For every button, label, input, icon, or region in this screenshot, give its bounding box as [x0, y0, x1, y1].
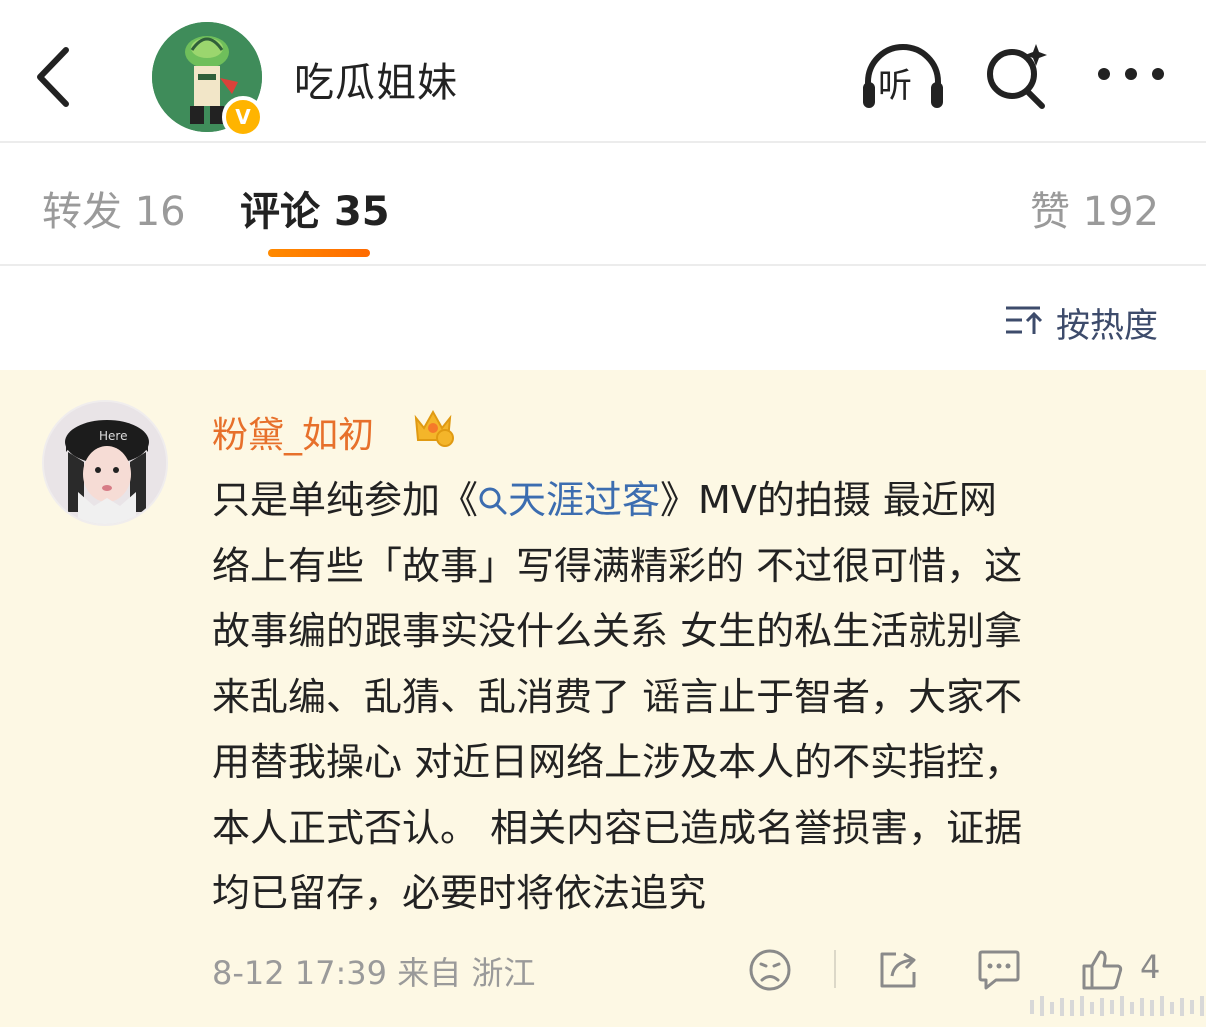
- search-sparkle-icon[interactable]: [984, 42, 1050, 110]
- tab-like-count: 192: [1082, 189, 1160, 235]
- watermark-decoration: [1030, 996, 1204, 1016]
- back-icon[interactable]: [30, 42, 78, 112]
- commenter-avatar[interactable]: Here: [42, 400, 168, 526]
- verified-badge: V: [222, 96, 264, 138]
- top-bar: V 吃瓜姐妹 听: [0, 0, 1206, 143]
- tab-like[interactable]: 赞 192: [1030, 179, 1159, 237]
- comment-line: 均已留存，必要时将依法追究: [212, 871, 707, 915]
- reply-icon[interactable]: [976, 948, 1022, 992]
- comment-line: 用替我操心 对近日网络上涉及本人的不实指控，: [212, 740, 1023, 784]
- sort-row: 按热度: [0, 268, 1206, 370]
- comment-line: 故事编的跟事实没什么关系 女生的私生活就别拿: [212, 609, 1023, 653]
- comment-line: 只是单纯参加《 天涯过客》MV的拍摄 最近网: [212, 468, 1172, 534]
- more-icon[interactable]: [1096, 64, 1166, 84]
- commenter-name[interactable]: 粉黛_如初: [212, 406, 374, 458]
- tab-comment-label: 评论: [240, 189, 320, 235]
- sort-icon[interactable]: [1004, 304, 1044, 336]
- tab-repost[interactable]: 转发 16: [42, 179, 186, 237]
- comment-line: 本人正式否认。 相关内容已造成名誉损害，证据: [212, 805, 1023, 850]
- tab-comment-count: 35: [333, 189, 390, 235]
- comment-text: 只是单纯参加《 天涯过客》MV的拍摄 最近网 络上有些「故事」写得满精彩的 不过很…: [212, 468, 1172, 927]
- tab-repost-count: 16: [134, 189, 186, 235]
- comment-item: Here 粉黛_如初 只是单纯参加《 天涯过客》MV的拍摄 最近网 络上有些「故事…: [0, 370, 1206, 1027]
- comment-meta: 8-12 17:39 来自 浙江: [212, 954, 536, 992]
- svg-text:Here: Here: [99, 429, 127, 443]
- sort-button[interactable]: 按热度: [1056, 298, 1158, 347]
- comment-text-segment: 只是单纯参加《: [212, 478, 479, 522]
- search-icon: [479, 487, 507, 515]
- comment-line: 络上有些「故事」写得满精彩的 不过很可惜，这: [212, 543, 1023, 588]
- tab-comment[interactable]: 评论 35: [240, 179, 390, 237]
- listen-label: 听: [878, 66, 912, 106]
- commenter-photo-icon: Here: [44, 402, 166, 524]
- sad-face-icon[interactable]: [748, 948, 792, 992]
- topic-link[interactable]: 天涯过客: [478, 478, 660, 522]
- active-tab-indicator: [268, 249, 370, 257]
- tab-bar: 转发 16 评论 35 赞 192: [0, 145, 1206, 266]
- comment-line: 来乱编、乱猜、乱消费了 谣言止于智者，大家不: [212, 674, 1023, 719]
- topic-link-text: 天涯过客: [508, 478, 661, 522]
- like-count: 4: [1140, 948, 1161, 986]
- thumbs-up-icon[interactable]: [1080, 948, 1124, 992]
- comment-text-segment: 》MV的拍摄 最近网: [660, 478, 997, 522]
- page-title: 吃瓜姐妹: [294, 60, 458, 106]
- crown-icon: [414, 409, 454, 447]
- tab-like-label: 赞: [1030, 189, 1070, 235]
- share-icon[interactable]: [876, 948, 920, 992]
- action-divider: [834, 950, 836, 988]
- tab-repost-label: 转发: [42, 189, 122, 235]
